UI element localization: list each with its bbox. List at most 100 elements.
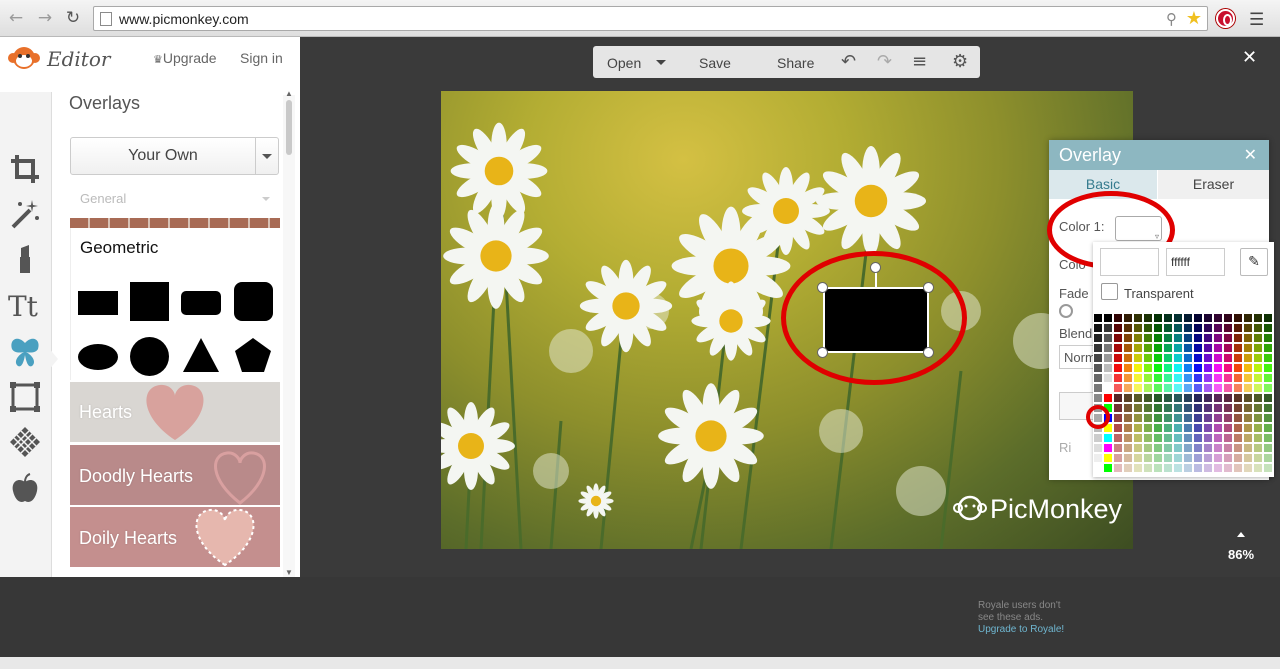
color-swatch[interactable]: [1194, 344, 1202, 352]
color-swatch[interactable]: [1204, 434, 1212, 442]
color-swatch[interactable]: [1234, 354, 1242, 362]
undo-icon[interactable]: ↶: [841, 51, 856, 72]
square-shape[interactable]: [130, 282, 169, 321]
color-swatch[interactable]: [1114, 334, 1122, 342]
color-swatch[interactable]: [1144, 404, 1152, 412]
color-swatch[interactable]: [1244, 344, 1252, 352]
color-swatch[interactable]: [1134, 374, 1142, 382]
color-swatch[interactable]: [1104, 334, 1112, 342]
color-swatch[interactable]: [1124, 464, 1132, 472]
color-swatch[interactable]: [1204, 414, 1212, 422]
color-swatch[interactable]: [1154, 424, 1162, 432]
color-swatch[interactable]: [1174, 444, 1182, 452]
color-swatch[interactable]: [1134, 324, 1142, 332]
color-swatch[interactable]: [1144, 314, 1152, 322]
color-swatch[interactable]: [1184, 364, 1192, 372]
color-swatch[interactable]: [1234, 434, 1242, 442]
color-swatch[interactable]: [1114, 404, 1122, 412]
color-swatch[interactable]: [1244, 454, 1252, 462]
color-swatch[interactable]: [1194, 394, 1202, 402]
color-swatch[interactable]: [1254, 404, 1262, 412]
color-swatch[interactable]: [1194, 404, 1202, 412]
color-swatch[interactable]: [1234, 414, 1242, 422]
color-swatch[interactable]: [1094, 464, 1102, 472]
zoom-up-icon[interactable]: [1237, 532, 1245, 537]
color-swatch[interactable]: [1254, 334, 1262, 342]
color-swatch[interactable]: [1164, 414, 1172, 422]
color-swatch[interactable]: [1244, 414, 1252, 422]
color-swatch[interactable]: [1144, 334, 1152, 342]
color-swatch[interactable]: [1124, 384, 1132, 392]
color-swatch[interactable]: [1114, 434, 1122, 442]
color-swatch[interactable]: [1264, 374, 1272, 382]
color-swatch[interactable]: [1254, 454, 1262, 462]
color-swatch[interactable]: [1104, 314, 1112, 322]
color-swatch[interactable]: [1164, 324, 1172, 332]
color-swatch[interactable]: [1254, 444, 1262, 452]
rounded-square-shape[interactable]: [234, 282, 273, 321]
color-swatch[interactable]: [1144, 344, 1152, 352]
color-swatch[interactable]: [1194, 434, 1202, 442]
color-swatch[interactable]: [1264, 424, 1272, 432]
color-swatch[interactable]: [1124, 324, 1132, 332]
color-swatch[interactable]: [1174, 324, 1182, 332]
color-swatch[interactable]: [1094, 374, 1102, 382]
color-swatch[interactable]: [1154, 324, 1162, 332]
color-swatch[interactable]: [1114, 424, 1122, 432]
color-swatch[interactable]: [1164, 344, 1172, 352]
color-swatch[interactable]: [1214, 384, 1222, 392]
color-swatch[interactable]: [1174, 414, 1182, 422]
color-swatch[interactable]: [1214, 344, 1222, 352]
color-swatch[interactable]: [1184, 414, 1192, 422]
texture-icon[interactable]: [8, 425, 42, 459]
color-swatch[interactable]: [1234, 314, 1242, 322]
lipstick-icon[interactable]: [8, 242, 42, 276]
color-swatch[interactable]: [1154, 394, 1162, 402]
color-swatch[interactable]: [1204, 314, 1212, 322]
color-swatch[interactable]: [1164, 354, 1172, 362]
color-swatch[interactable]: [1114, 314, 1122, 322]
color-swatch[interactable]: [1114, 344, 1122, 352]
color-swatch[interactable]: [1144, 354, 1152, 362]
color-swatch[interactable]: [1184, 464, 1192, 472]
color-swatch[interactable]: [1144, 444, 1152, 452]
color-swatch[interactable]: [1244, 464, 1252, 472]
color-swatch[interactable]: [1144, 394, 1152, 402]
back-icon[interactable]: ←: [6, 8, 26, 28]
color-swatch[interactable]: [1114, 454, 1122, 462]
color-swatch[interactable]: [1114, 354, 1122, 362]
color-swatch[interactable]: [1124, 444, 1132, 452]
color-swatch[interactable]: [1154, 364, 1162, 372]
color-swatch[interactable]: [1194, 374, 1202, 382]
color-swatch[interactable]: [1094, 454, 1102, 462]
color-swatch[interactable]: [1204, 334, 1212, 342]
color-swatch[interactable]: [1154, 404, 1162, 412]
color-swatch[interactable]: [1184, 434, 1192, 442]
color-swatch[interactable]: [1174, 464, 1182, 472]
color-swatch[interactable]: [1134, 314, 1142, 322]
color-swatch[interactable]: [1204, 324, 1212, 332]
color-swatch[interactable]: [1244, 394, 1252, 402]
color-swatch[interactable]: [1184, 374, 1192, 382]
color-swatch[interactable]: [1204, 354, 1212, 362]
color-swatch[interactable]: [1184, 444, 1192, 452]
color-swatch[interactable]: [1104, 434, 1112, 442]
color-swatch[interactable]: [1164, 334, 1172, 342]
color-swatch[interactable]: [1184, 424, 1192, 432]
transparent-checkbox[interactable]: [1101, 283, 1118, 300]
color-swatch[interactable]: [1134, 414, 1142, 422]
color-swatch[interactable]: [1154, 344, 1162, 352]
color-swatch[interactable]: [1214, 324, 1222, 332]
color-swatch[interactable]: [1174, 384, 1182, 392]
color-swatch[interactable]: [1254, 394, 1262, 402]
color-swatch[interactable]: [1104, 324, 1112, 332]
color-swatch[interactable]: [1114, 364, 1122, 372]
color-swatch[interactable]: [1214, 364, 1222, 372]
color-swatch[interactable]: [1174, 344, 1182, 352]
triangle-shape[interactable]: [181, 336, 221, 374]
color-swatch[interactable]: [1164, 404, 1172, 412]
color-swatch[interactable]: [1174, 424, 1182, 432]
color-swatch[interactable]: [1264, 364, 1272, 372]
color-swatch[interactable]: [1164, 424, 1172, 432]
color-swatch[interactable]: [1144, 464, 1152, 472]
